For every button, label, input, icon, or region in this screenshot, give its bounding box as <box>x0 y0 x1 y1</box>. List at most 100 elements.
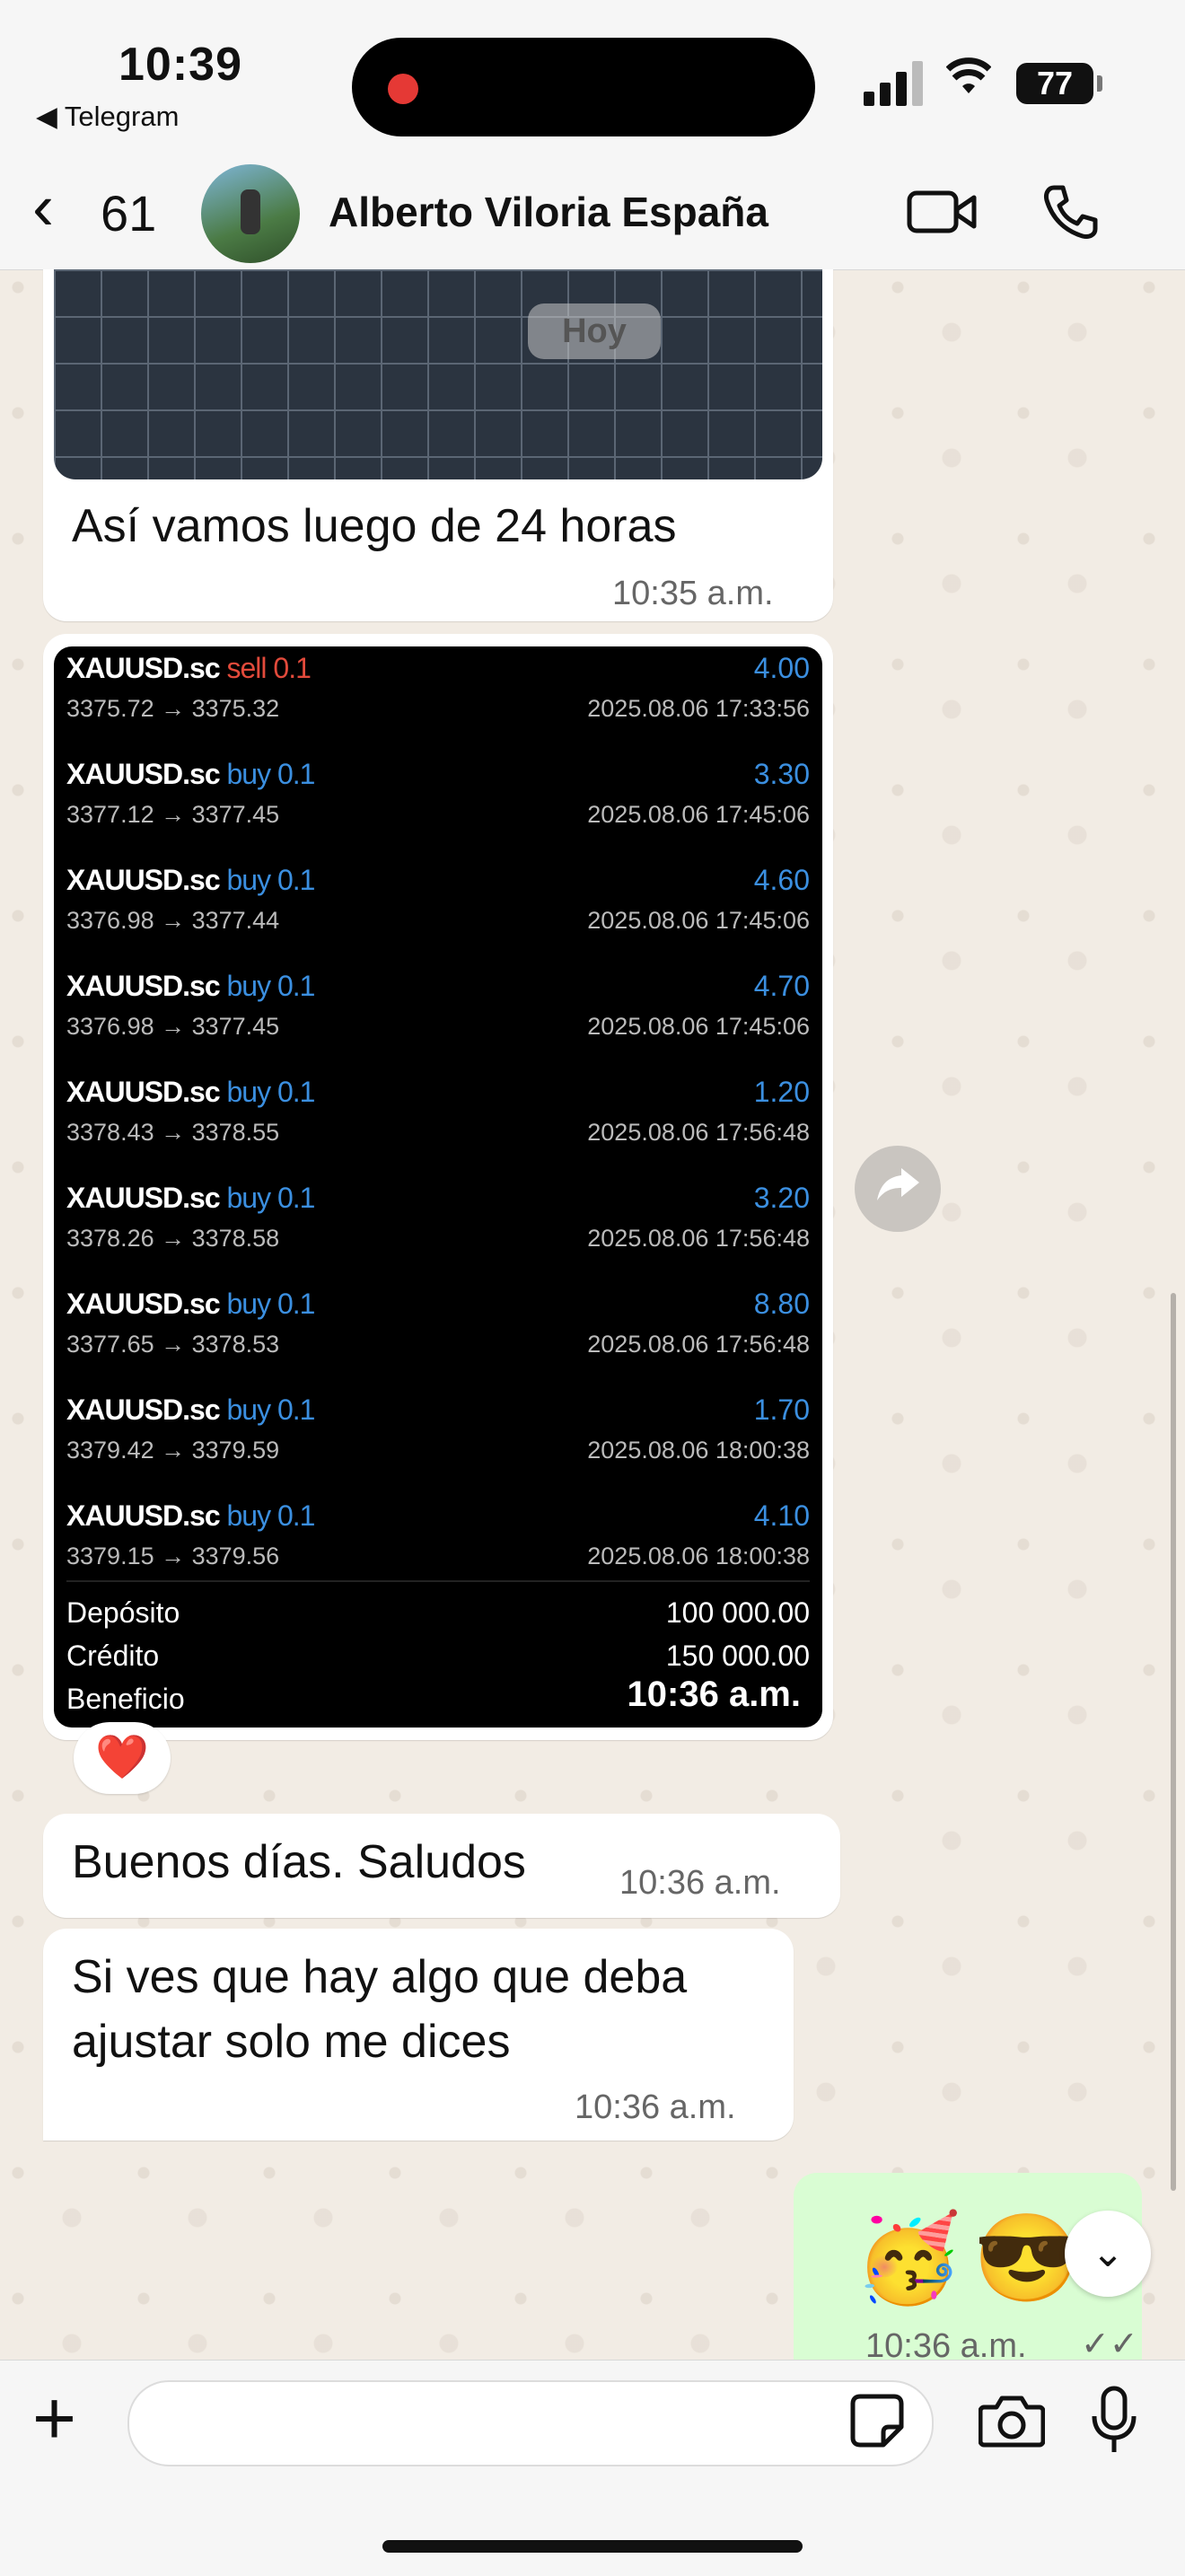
trade-row: XAUUSD.sc sell 0.1 4.00 3375.72 → 3375.3… <box>66 652 810 758</box>
summary-label: Depósito <box>66 1596 180 1629</box>
trade-row: XAUUSD.sc buy 0.1 4.10 3379.15 → 3379.56… <box>66 1499 810 1605</box>
trade-symbol: XAUUSD.sc <box>66 652 221 684</box>
trade-prices: 3376.98 → 3377.45 <box>66 1013 280 1040</box>
message-2-time: 10:36 a.m. <box>619 1864 781 1902</box>
scrollbar[interactable] <box>1171 1293 1176 2191</box>
date-chip: Hoy <box>528 303 661 359</box>
recording-dot-icon <box>388 74 418 104</box>
forward-icon[interactable] <box>855 1146 941 1232</box>
trade-prices: 3377.65 → 3378.53 <box>66 1331 280 1358</box>
trade-profit: 1.20 <box>753 1076 810 1108</box>
read-receipt-icon: ✓✓ <box>1081 2325 1138 2363</box>
trade-side: buy 0.1 <box>226 970 316 1002</box>
wifi-icon <box>945 57 992 108</box>
back-chevron-icon[interactable]: ‹ <box>32 175 54 240</box>
summary-value: 100 000.00 <box>665 1596 810 1629</box>
contact-avatar[interactable] <box>201 164 300 263</box>
trade-side: buy 0.1 <box>226 1288 316 1320</box>
trade-side: buy 0.1 <box>226 864 316 896</box>
summary-label: Beneficio <box>66 1683 185 1715</box>
trade-prices: 3376.98 → 3377.44 <box>66 907 280 934</box>
trade-image-time: 10:36 a.m. <box>627 1675 801 1714</box>
trade-date: 2025.08.06 18:00:38 <box>587 1437 810 1464</box>
trade-symbol: XAUUSD.sc <box>66 1182 221 1214</box>
trade-symbol: XAUUSD.sc <box>66 1076 221 1108</box>
trade-side: buy 0.1 <box>226 1182 316 1214</box>
video-call-icon[interactable] <box>907 184 977 238</box>
trade-row: XAUUSD.sc buy 0.1 8.80 3377.65 → 3378.53… <box>66 1288 810 1394</box>
trade-prices: 3379.15 → 3379.56 <box>66 1543 280 1569</box>
phone-call-icon[interactable] <box>1041 182 1101 242</box>
trade-profit: 4.00 <box>753 652 810 684</box>
battery-level: 77 <box>1016 63 1093 104</box>
summary-deposit: Depósito 100 000.00 <box>66 1596 810 1630</box>
trade-profit: 4.60 <box>753 864 810 896</box>
partying-face-emoji: 🥳 <box>855 2211 962 2307</box>
sticker-icon[interactable] <box>849 2393 905 2449</box>
cellular-signal-icon <box>864 59 926 106</box>
trade-date: 2025.08.06 17:56:48 <box>587 1119 810 1146</box>
heart-reaction[interactable]: ❤️ <box>74 1722 171 1794</box>
trade-profit: 1.70 <box>753 1394 810 1426</box>
trade-prices: 3379.42 → 3379.59 <box>66 1437 280 1464</box>
status-bar: 10:39 ◀ Telegram 77 <box>0 0 1185 157</box>
trade-side: buy 0.1 <box>226 1394 316 1426</box>
summary-credit: Crédito 150 000.00 <box>66 1640 810 1673</box>
trade-side: buy 0.1 <box>226 758 316 790</box>
trade-row: XAUUSD.sc buy 0.1 1.70 3379.42 → 3379.59… <box>66 1394 810 1499</box>
summary-divider <box>66 1580 810 1582</box>
trade-symbol: XAUUSD.sc <box>66 758 221 790</box>
trade-prices: 3378.26 → 3378.58 <box>66 1225 280 1252</box>
chevron-down-icon[interactable]: ⌄ <box>1065 2211 1151 2297</box>
trade-prices: 3378.43 → 3378.55 <box>66 1119 280 1146</box>
trade-date: 2025.08.06 17:45:06 <box>587 907 810 934</box>
status-time: 10:39 <box>118 39 242 91</box>
trade-date: 2025.08.06 17:33:56 <box>587 695 810 722</box>
trade-profit: 3.20 <box>753 1182 810 1214</box>
chat-header: ‹ 61 Alberto Viloria España <box>0 157 1185 270</box>
trade-side: buy 0.1 <box>226 1499 316 1532</box>
unread-count[interactable]: 61 <box>101 184 156 242</box>
trade-symbol: XAUUSD.sc <box>66 970 221 1002</box>
dynamic-island <box>352 38 815 136</box>
trade-profit: 4.10 <box>753 1499 810 1532</box>
contact-name[interactable]: Alberto Viloria España <box>329 188 768 236</box>
trade-row: XAUUSD.sc buy 0.1 3.30 3377.12 → 3377.45… <box>66 758 810 864</box>
trade-row: XAUUSD.sc buy 0.1 1.20 3378.43 → 3378.55… <box>66 1076 810 1182</box>
chart-photo[interactable]: Hoy <box>54 269 822 479</box>
battery-tip <box>1097 75 1102 92</box>
trade-row: XAUUSD.sc buy 0.1 3.20 3378.26 → 3378.58… <box>66 1182 810 1288</box>
trade-symbol: XAUUSD.sc <box>66 1394 221 1426</box>
message-1-text: Así vamos luego de 24 horas <box>72 500 677 552</box>
message-1-time: 10:35 a.m. <box>612 575 774 612</box>
trade-date: 2025.08.06 17:56:48 <box>587 1331 810 1358</box>
message-3-time: 10:36 a.m. <box>575 2088 736 2126</box>
trade-date: 2025.08.06 17:56:48 <box>587 1225 810 1252</box>
trade-side: buy 0.1 <box>226 1076 316 1108</box>
trade-date: 2025.08.06 18:00:38 <box>587 1543 810 1569</box>
trade-row: XAUUSD.sc buy 0.1 4.70 3376.98 → 3377.45… <box>66 970 810 1076</box>
trade-symbol: XAUUSD.sc <box>66 864 221 896</box>
summary-label: Crédito <box>66 1640 160 1672</box>
trade-profit: 8.80 <box>753 1288 810 1320</box>
trade-history-screenshot[interactable]: XAUUSD.sc sell 0.1 4.00 3375.72 → 3375.3… <box>54 646 822 1728</box>
trade-prices: 3377.12 → 3377.45 <box>66 801 280 828</box>
attach-plus-icon[interactable]: + <box>32 2380 76 2456</box>
back-to-app-link[interactable]: ◀ Telegram <box>36 101 179 133</box>
trade-row: XAUUSD.sc buy 0.1 4.60 3376.98 → 3377.44… <box>66 864 810 970</box>
message-input[interactable] <box>127 2380 934 2466</box>
microphone-icon[interactable] <box>1090 2386 1138 2456</box>
message-2-text: Buenos días. Saludos <box>72 1836 526 1888</box>
trade-profit: 3.30 <box>753 758 810 790</box>
trade-symbol: XAUUSD.sc <box>66 1288 221 1320</box>
trade-date: 2025.08.06 17:45:06 <box>587 801 810 828</box>
message-3-text: Si ves que hay algo que deba ajustar sol… <box>72 1951 688 2068</box>
trade-date: 2025.08.06 17:45:06 <box>587 1013 810 1040</box>
trade-side: sell 0.1 <box>226 652 312 684</box>
message-composer: + <box>0 2360 1185 2576</box>
trade-symbol: XAUUSD.sc <box>66 1499 221 1532</box>
home-indicator[interactable] <box>382 2540 803 2553</box>
trade-prices: 3375.72 → 3375.32 <box>66 695 280 722</box>
summary-value: 150 000.00 <box>665 1640 810 1672</box>
camera-icon[interactable] <box>979 2393 1045 2449</box>
